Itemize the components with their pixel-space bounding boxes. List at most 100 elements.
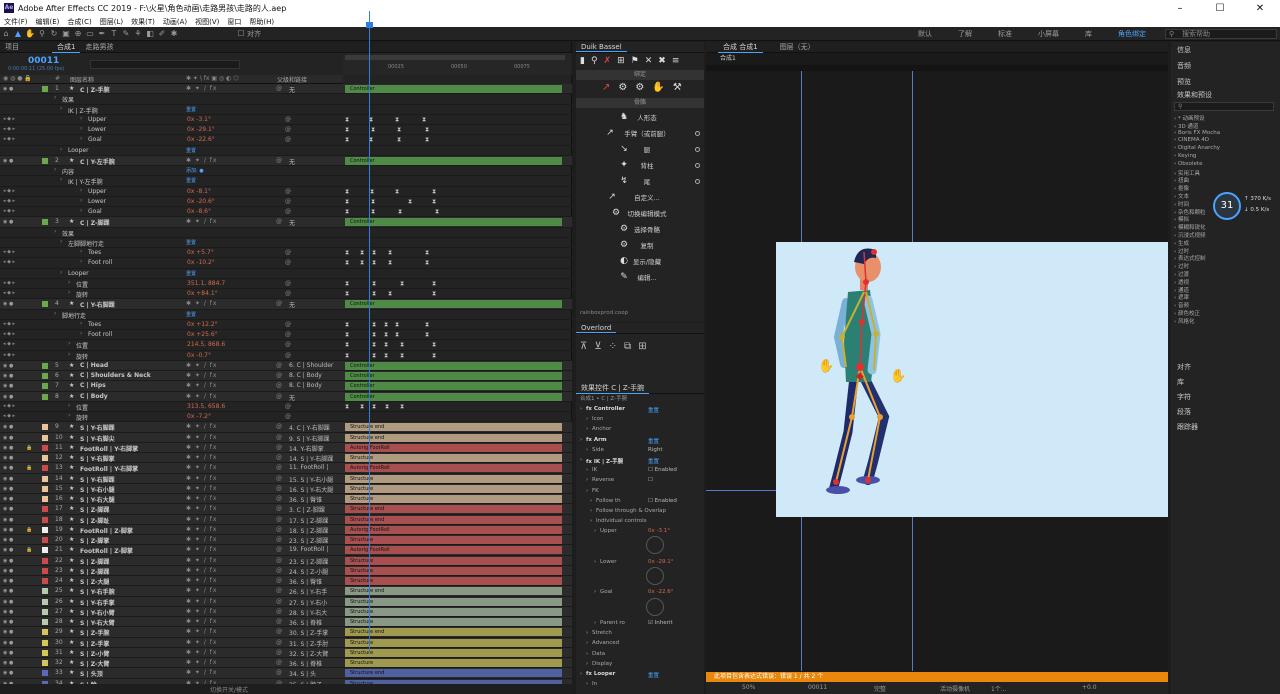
- twirl-icon[interactable]: ›: [60, 269, 62, 276]
- layer-duration-bar[interactable]: Controller: [345, 372, 562, 380]
- layer-switches[interactable]: ◉ ●: [3, 86, 29, 92]
- help-search-input[interactable]: ⚲ 搜索帮助: [1165, 29, 1277, 39]
- layer-duration-bar[interactable]: Structure: [345, 484, 562, 493]
- effect-row[interactable]: [576, 567, 704, 585]
- menu-item[interactable]: 合成(C): [63, 17, 95, 27]
- layer-duration-bar[interactable]: Structure: [345, 556, 562, 565]
- parent-pickwhip-icon[interactable]: @: [276, 628, 282, 635]
- layer-duration-bar[interactable]: Structure: [345, 474, 562, 483]
- parent-pickwhip-icon[interactable]: @: [276, 669, 282, 676]
- keyframe-nav-icon[interactable]: ◂ ◆ ▸: [3, 188, 15, 194]
- effect-category[interactable]: › 时间: [1174, 200, 1189, 208]
- property-value[interactable]: 0x -0.7°: [187, 352, 211, 359]
- layer-duration-bar[interactable]: Structure end: [345, 505, 562, 514]
- parent-select[interactable]: 28. S | Y-右大: [289, 608, 327, 617]
- effect-category[interactable]: › * 动画预设: [1174, 114, 1204, 122]
- workspace-tab[interactable]: 库: [1085, 29, 1092, 39]
- label-color-swatch[interactable]: [42, 526, 48, 533]
- property-pickwhip-icon[interactable]: @: [285, 280, 291, 287]
- duik-item[interactable]: ↯ 尾: [576, 174, 704, 188]
- time-ruler[interactable]: 00025 00050 00075: [343, 53, 570, 75]
- parent-pickwhip-icon[interactable]: @: [276, 454, 282, 461]
- parent-pickwhip-icon[interactable]: @: [276, 536, 282, 543]
- layer-name[interactable]: S | Z-手掌: [80, 639, 109, 648]
- views-select[interactable]: 1个...: [991, 684, 1007, 693]
- effect-category[interactable]: › 遮罩: [1174, 293, 1189, 301]
- layer-duration-bar[interactable]: Structure: [345, 577, 562, 585]
- keyframe-icon[interactable]: ⧗: [388, 259, 392, 267]
- layer-row[interactable]: ◉ ● 🔒 13 ★ FootRoll | Y-右脚掌 ✱ ✦ / fx @11. Foot…: [0, 463, 572, 474]
- pen-tool-icon[interactable]: ✒: [97, 29, 107, 39]
- effect-value[interactable]: ☐: [648, 477, 653, 483]
- menu-icon[interactable]: ≡: [672, 56, 680, 66]
- layer-switches[interactable]: ◉ ●: [3, 301, 29, 307]
- layer-row[interactable]: ◉ ● 1 ★ C | Z-手腕 ✱ ✦ / fx @ 无 Controller: [0, 84, 572, 95]
- property-row[interactable]: › Looper 重置: [0, 146, 572, 156]
- effect-category[interactable]: › 过渡: [1174, 270, 1189, 278]
- twirl-icon[interactable]: ›: [590, 508, 592, 514]
- quality-select[interactable]: 完整: [874, 684, 886, 693]
- property-value[interactable]: 0x -3.1°: [187, 116, 211, 123]
- keyframe-nav-icon[interactable]: ◂ ◆ ▸: [3, 259, 15, 265]
- layer-switch-icons[interactable]: ✱ ✦ / fx: [186, 659, 217, 666]
- property-pickwhip-icon[interactable]: @: [285, 331, 291, 338]
- layer-row[interactable]: ◉ ● 31 ★ S | Z-小臂 ✱ ✦ / fx @32. S | Z-大臂 Struc…: [0, 647, 572, 658]
- effect-row[interactable]: [576, 577, 704, 587]
- layer-switch-icons[interactable]: ✱ ✦ / fx: [186, 598, 217, 605]
- layer-switch-icons[interactable]: ✱ ✦ / fx: [186, 300, 217, 307]
- effect-category[interactable]: › 实用工具: [1174, 169, 1200, 177]
- effect-row[interactable]: › Advanced: [576, 638, 704, 648]
- menu-item[interactable]: 视图(V): [191, 17, 223, 27]
- layer-name[interactable]: S | Y-右手腕: [80, 587, 115, 596]
- layer-name[interactable]: S | Y-右小臂: [80, 608, 115, 617]
- layer-name[interactable]: C | Shoulders & Neck: [80, 372, 151, 379]
- keyframe-icon[interactable]: ⧗: [385, 403, 389, 411]
- twirl-icon[interactable]: ›: [68, 412, 70, 419]
- camera-tool-icon[interactable]: ▣: [61, 29, 71, 39]
- tab-walker[interactable]: 走路男孩: [80, 42, 118, 52]
- keyframe-icon[interactable]: ⧗: [400, 341, 404, 349]
- bones-tab-icon[interactable]: ⚲: [591, 56, 598, 66]
- viewer-time[interactable]: 00011: [808, 684, 827, 691]
- eraser-tool-icon[interactable]: ◧: [145, 29, 155, 39]
- keyframe-nav-icon[interactable]: ◂ ◆ ▸: [3, 116, 15, 122]
- menu-item[interactable]: 编辑(E): [32, 17, 64, 27]
- lock-icon[interactable]: 🔒: [26, 445, 52, 451]
- property-row[interactable]: › ◂ ◆ ▸ Upper 0x -3.1° @ ⧗ ⧗ ⧗ ⧗: [0, 115, 572, 125]
- rotate-tool-icon[interactable]: ↻: [49, 29, 59, 39]
- keyframe-icon[interactable]: ⧗: [432, 290, 436, 298]
- keyframe-nav-icon[interactable]: ◂ ◆ ▸: [3, 198, 15, 204]
- label-color-swatch[interactable]: [42, 598, 48, 605]
- effect-row[interactable]: [576, 547, 704, 557]
- effect-category[interactable]: › Boris FX Mocha: [1174, 130, 1220, 136]
- keyframe-icon[interactable]: ⧗: [395, 331, 399, 339]
- layer-duration-bar[interactable]: Controller: [345, 85, 562, 93]
- duik-item[interactable]: ↗ 自定义...: [576, 190, 704, 204]
- parent-pickwhip-icon[interactable]: @: [276, 218, 282, 225]
- layer-row[interactable]: ◉ ● 29 ★ S | Z-手腕 ✱ ✦ / fx @30. S | Z-手掌 Struc…: [0, 627, 572, 638]
- label-color-swatch[interactable]: [42, 557, 48, 564]
- tab-effect-controls[interactable]: 效果控件 C | Z-手腕: [576, 383, 650, 394]
- property-value[interactable]: 0x +5.7°: [187, 249, 214, 256]
- parent-select[interactable]: 无: [289, 85, 295, 94]
- parent-pickwhip-icon[interactable]: @: [276, 85, 282, 92]
- keyframe-icon[interactable]: ⧗: [371, 198, 375, 206]
- right-panel-tab[interactable]: 字符: [1177, 392, 1191, 402]
- twirl-icon[interactable]: ›: [80, 197, 82, 204]
- layer-switches[interactable]: ◉ ●: [3, 640, 29, 646]
- label-color-swatch[interactable]: [42, 455, 48, 461]
- twirl-icon[interactable]: ›: [80, 258, 82, 265]
- parent-pickwhip-icon[interactable]: @: [276, 639, 282, 646]
- effect-row[interactable]: › Lower 0x -29.1°: [576, 557, 704, 567]
- keyframe-icon[interactable]: ⧗: [371, 208, 375, 216]
- parent-pickwhip-icon[interactable]: @: [276, 434, 282, 441]
- zoom-tool-icon[interactable]: ⚲: [37, 29, 47, 39]
- effect-category[interactable]: › 颜色校正: [1174, 309, 1200, 317]
- workspace-tab[interactable]: 小屏幕: [1038, 29, 1059, 39]
- label-color-swatch[interactable]: [42, 465, 48, 472]
- property-value[interactable]: 214.5, 868.6: [187, 341, 225, 348]
- parent-pickwhip-icon[interactable]: @: [276, 516, 282, 523]
- keyframe-icon[interactable]: ⧗: [400, 280, 404, 288]
- effect-row[interactable]: › Anchor: [576, 424, 704, 434]
- effect-category[interactable]: › 沉浸式视频: [1174, 231, 1205, 239]
